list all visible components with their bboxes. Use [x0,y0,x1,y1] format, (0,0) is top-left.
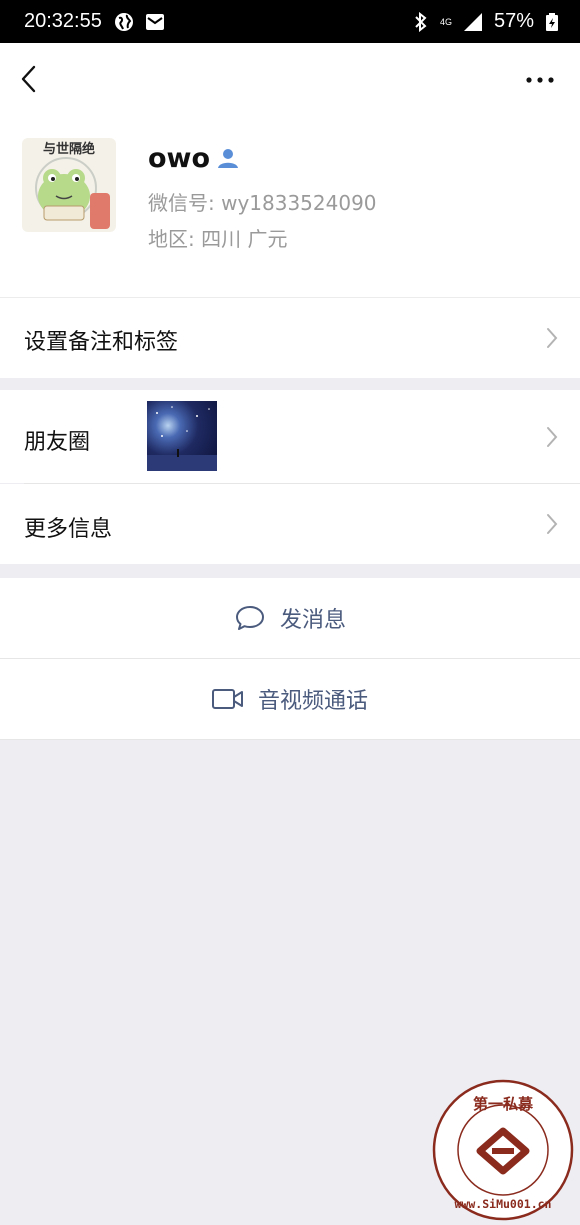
signal-icon [463,12,482,31]
starry-sky-image [147,406,217,471]
wechat-id: 微信号: wy1833524090 [148,191,377,215]
moments-row[interactable]: 朋友圈 [0,390,580,483]
mail-icon [145,13,164,30]
chevron-right-icon [547,328,558,348]
more-icon[interactable] [520,65,560,95]
contact-user-icon [218,149,238,168]
status-bar-left: 20:32:55 [24,10,164,33]
frog-avatar-image [35,157,110,229]
status-time: 20:32:55 [24,10,102,32]
set-remark-row[interactable]: 设置备注和标签 [0,297,580,378]
status-bar-right: 4G 57% [414,10,558,33]
video-call-label: 音视频通话 [257,689,368,714]
moments-label: 朋友圈 [24,430,91,455]
chevron-right-icon [547,514,558,534]
battery-percent: 57% [493,10,534,32]
send-message-button[interactable]: 发消息 [0,578,580,658]
profile-name: owo [148,143,211,174]
chevron-right-icon [547,427,558,447]
video-camera-icon [211,689,243,709]
watermark-url: www.SiMu001.cn [455,1197,552,1211]
action-divider [0,739,580,740]
globe-icon [114,12,133,31]
region: 地区: 四川 广元 [148,227,288,251]
bluetooth-icon [415,11,427,32]
watermark-brand: 第一私募 [473,1095,534,1113]
video-call-button[interactable]: 音视频通话 [0,659,580,739]
back-icon[interactable] [14,61,44,97]
status-bar: 20:32:55 4G 57% [0,0,580,43]
network-type: 4G [439,16,452,27]
send-message-label: 发消息 [279,608,346,633]
profile-card: 与世隔绝 owo 微信号: wy1833524090 地区: 四川 广元 [0,115,580,297]
chat-bubble-icon [235,606,264,630]
nav-bar [0,43,580,115]
battery-icon [546,12,558,31]
more-info-label: 更多信息 [24,517,113,542]
set-remark-label: 设置备注和标签 [24,330,179,355]
watermark-seal: 第一私募 www.SiMu001.cn [432,1079,574,1221]
moments-thumbnail [147,401,217,471]
more-info-row[interactable]: 更多信息 [0,484,580,564]
avatar[interactable]: 与世隔绝 [22,138,116,232]
